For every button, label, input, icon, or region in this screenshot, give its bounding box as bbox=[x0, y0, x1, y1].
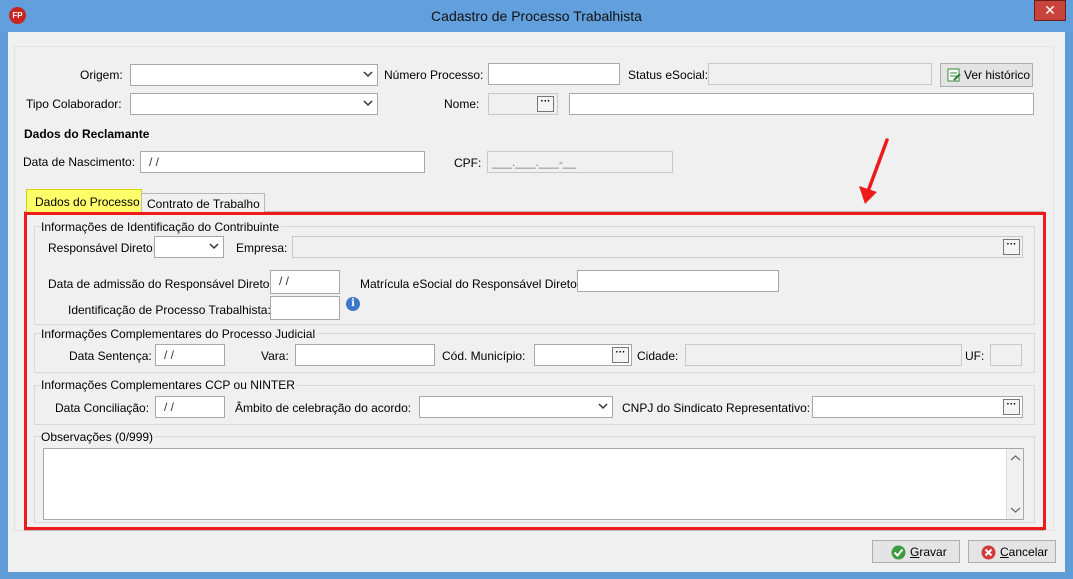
judicial-group-title: Informações Complementares do Processo J… bbox=[41, 327, 318, 341]
data-sentenca-input[interactable]: / / bbox=[155, 344, 225, 366]
nome-lookup-button[interactable]: ··· bbox=[537, 96, 554, 112]
origem-label: Origem: bbox=[80, 68, 123, 82]
observacoes-textarea[interactable] bbox=[43, 448, 1024, 520]
cod-municipio-lookup-button[interactable]: ··· bbox=[612, 347, 629, 363]
empresa-lookup-button[interactable]: ··· bbox=[1003, 239, 1020, 255]
matricula-input[interactable] bbox=[577, 270, 779, 292]
ver-historico-label: Ver histórico bbox=[964, 68, 1031, 82]
cod-municipio-label: Cód. Município: bbox=[442, 349, 526, 363]
scroll-up-icon[interactable] bbox=[1010, 454, 1021, 462]
identificacao-processo-input[interactable] bbox=[270, 296, 340, 320]
cancelar-button[interactable]: Cancelar bbox=[968, 540, 1056, 563]
data-conciliacao-label: Data Conciliação: bbox=[55, 401, 150, 415]
data-conciliacao-value: / / bbox=[164, 400, 175, 414]
ellipsis-icon: ··· bbox=[1006, 239, 1017, 250]
close-button[interactable]: ✕ bbox=[1034, 0, 1066, 21]
origem-select[interactable] bbox=[130, 64, 378, 86]
numero-processo-input[interactable] bbox=[488, 63, 620, 85]
data-admissao-input[interactable]: / / bbox=[270, 270, 340, 294]
status-esocial-label: Status eSocial: bbox=[628, 68, 709, 82]
ver-historico-button[interactable]: Ver histórico bbox=[940, 63, 1033, 87]
data-nascimento-input[interactable]: / / bbox=[140, 151, 425, 173]
nome-input[interactable] bbox=[569, 93, 1034, 115]
chevron-down-icon bbox=[363, 100, 373, 107]
history-icon bbox=[947, 68, 961, 82]
observacoes-scrollbar[interactable] bbox=[1006, 449, 1023, 519]
vara-input[interactable] bbox=[295, 344, 435, 366]
data-conciliacao-input[interactable]: / / bbox=[155, 396, 225, 418]
cpf-input[interactable]: ___.___.___-__ bbox=[487, 151, 673, 173]
chevron-down-icon bbox=[363, 71, 373, 78]
gravar-mnemonic: G bbox=[910, 545, 920, 559]
window-title: Cadastro de Processo Trabalhista bbox=[431, 8, 642, 24]
cnpj-lookup-button[interactable]: ··· bbox=[1003, 399, 1020, 415]
reclamante-section-title: Dados do Reclamante bbox=[24, 127, 150, 141]
data-nascimento-value: / / bbox=[149, 155, 160, 169]
ellipsis-icon: ··· bbox=[1006, 399, 1017, 410]
ambito-label: Âmbito de celebração do acordo: bbox=[235, 401, 412, 415]
cancelar-label: ancelar bbox=[1008, 545, 1049, 559]
cnpj-sindicato-input[interactable] bbox=[812, 396, 1023, 418]
tab-dados-do-processo[interactable]: Dados do Processo bbox=[26, 189, 142, 212]
ellipsis-icon: ··· bbox=[615, 347, 626, 358]
nome-label: Nome: bbox=[444, 97, 480, 111]
cancel-icon bbox=[981, 545, 996, 560]
gravar-label: ravar bbox=[919, 545, 947, 559]
close-icon: ✕ bbox=[1044, 2, 1056, 18]
chevron-down-icon bbox=[598, 403, 608, 410]
responsavel-direto-select[interactable] bbox=[154, 236, 224, 258]
tab-contrato-label: Contrato de Trabalho bbox=[147, 197, 260, 211]
ccp-group-title: Informações Complementares CCP ou NINTER bbox=[41, 378, 297, 392]
uf-label: UF: bbox=[965, 349, 985, 363]
empresa-field bbox=[292, 236, 1023, 258]
data-admissao-value: / / bbox=[279, 274, 290, 288]
chevron-down-icon bbox=[209, 243, 219, 250]
ellipsis-icon: ··· bbox=[540, 96, 551, 107]
empresa-label: Empresa: bbox=[236, 241, 288, 255]
vara-label: Vara: bbox=[261, 349, 289, 363]
cancelar-mnemonic: C bbox=[1000, 545, 1009, 559]
info-icon[interactable]: i bbox=[346, 297, 360, 311]
cpf-mask: ___.___.___-__ bbox=[492, 155, 577, 169]
identificacao-group-title: Informações de Identificação do Contribu… bbox=[41, 220, 282, 234]
data-sentenca-value: / / bbox=[164, 348, 175, 362]
tab-contrato-de-trabalho[interactable]: Contrato de Trabalho bbox=[141, 193, 265, 212]
check-icon bbox=[891, 545, 906, 560]
tipo-colaborador-select[interactable] bbox=[130, 93, 378, 115]
data-admissao-label: Data de admissão do Responsável Direto: bbox=[48, 277, 273, 291]
cnpj-sindicato-label: CNPJ do Sindicato Representativo: bbox=[622, 401, 811, 415]
observacoes-group-title: Observações (0/999) bbox=[41, 430, 156, 444]
cpf-label: CPF: bbox=[454, 156, 482, 170]
data-nascimento-label: Data de Nascimento: bbox=[23, 155, 136, 169]
matricula-label: Matrícula eSocial do Responsável Direto bbox=[360, 277, 577, 291]
tipo-colaborador-label: Tipo Colaborador: bbox=[26, 97, 122, 111]
tab-dados-do-processo-label: Dados do Processo bbox=[35, 195, 140, 209]
data-sentenca-label: Data Sentença: bbox=[69, 349, 152, 363]
annotation-arrow bbox=[859, 138, 889, 204]
identificacao-processo-label: Identificação de Processo Trabalhista: bbox=[68, 303, 271, 317]
cidade-field bbox=[685, 344, 962, 366]
scroll-down-icon[interactable] bbox=[1010, 506, 1021, 514]
gravar-button[interactable]: Gravar bbox=[872, 540, 960, 563]
numero-processo-label: Número Processo: bbox=[384, 68, 484, 82]
uf-field bbox=[990, 344, 1022, 366]
ambito-select[interactable] bbox=[419, 396, 613, 418]
cidade-label: Cidade: bbox=[637, 349, 679, 363]
status-esocial-field bbox=[708, 63, 932, 85]
responsavel-direto-label: Responsável Direto: bbox=[48, 241, 157, 255]
